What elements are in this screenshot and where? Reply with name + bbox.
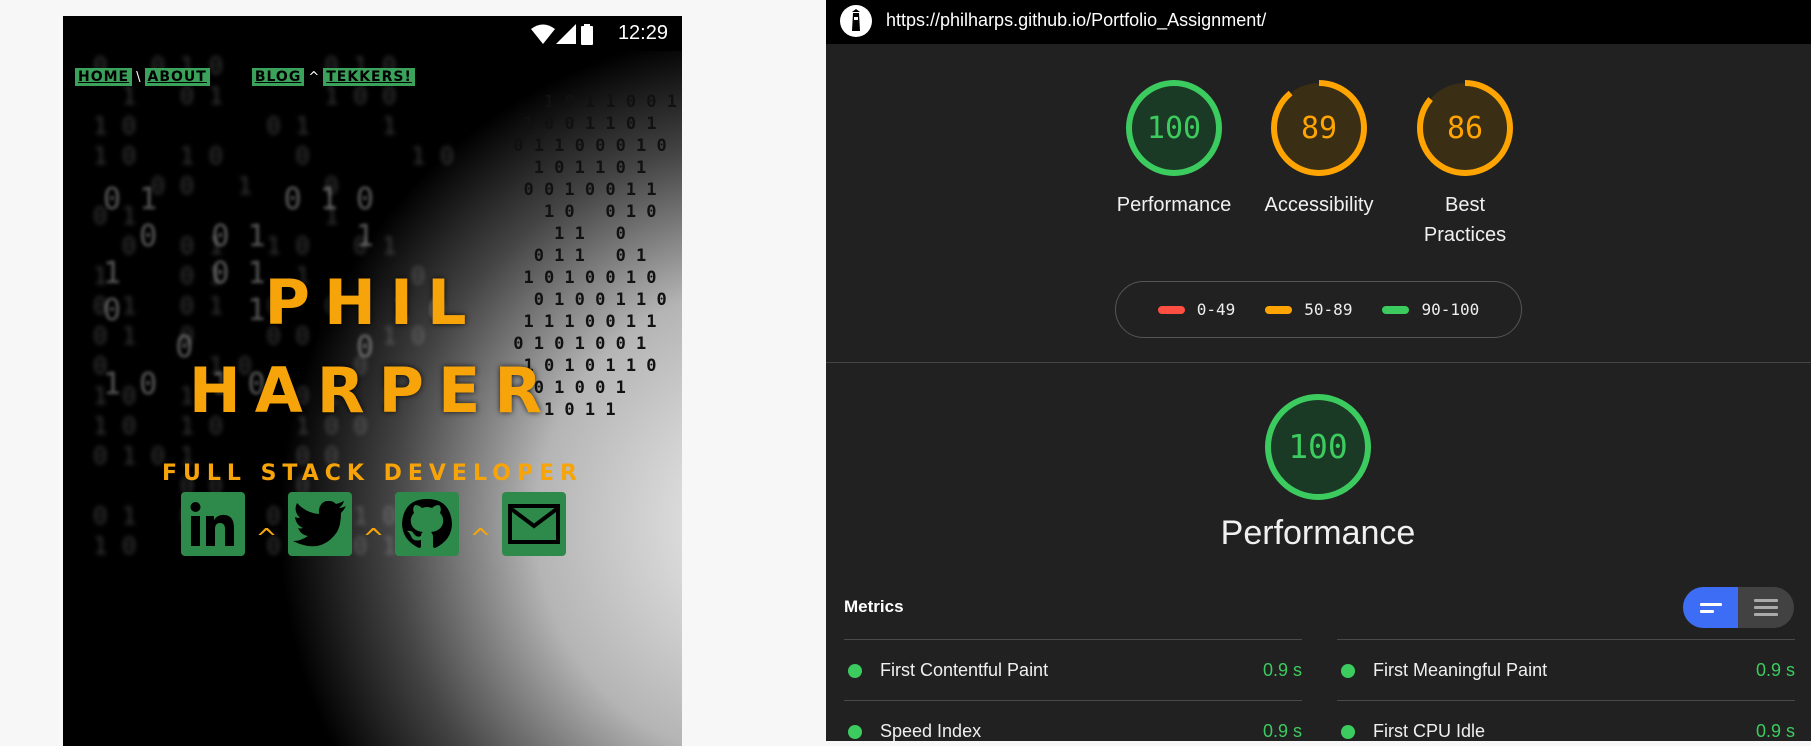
social-separator: ^ <box>469 524 492 554</box>
performance-main-gauge: 100 Performance <box>1213 392 1423 553</box>
social-links: ^ ^ ^ <box>181 492 566 556</box>
legend-swatch <box>1265 305 1293 314</box>
performance-main-label: Performance <box>1220 514 1416 552</box>
social-separator: ^ <box>362 524 385 554</box>
metric-value: 0.9 s <box>1755 721 1795 741</box>
hero-subtitle: FULL STACK DEVELOPER <box>162 461 583 486</box>
metric-name: Speed Index <box>880 721 982 741</box>
metric-name: First CPU Idle <box>1373 721 1486 741</box>
twitter-icon <box>293 501 346 547</box>
lighthouse-icon <box>840 5 872 37</box>
metrics-view-toggle[interactable] <box>1683 587 1794 628</box>
metrics-column-left: First Contentful Paint 0.9 s Speed Index… <box>844 639 1302 741</box>
metric-row: Speed Index 0.9 s <box>844 700 1302 741</box>
nav-blog-link[interactable]: BLOG <box>251 68 305 86</box>
github-icon <box>402 499 452 548</box>
best-practices-label: Best Practices <box>1423 194 1507 246</box>
performance-label: Performance <box>1116 194 1232 216</box>
pass-indicator-icon <box>1341 725 1355 739</box>
pass-indicator-icon <box>848 664 862 678</box>
metric-value: 0.9 s <box>1262 721 1302 741</box>
hero-title-last: HARPER <box>188 354 557 427</box>
github-link[interactable] <box>395 492 459 556</box>
signal-icon <box>556 24 576 44</box>
email-icon <box>508 504 560 544</box>
metrics-heading: Metrics <box>844 597 904 616</box>
phone-screen: 12:29 0 0 1 0 0 1 0 1 0 1 1 0 0 1 0 0 1 … <box>63 16 682 746</box>
expanded-view-icon <box>1753 599 1778 602</box>
status-time: 12:29 <box>617 22 668 44</box>
hero-section: 0 0 1 0 0 1 0 1 0 1 1 0 0 1 0 0 1 1 1 0 … <box>63 51 682 746</box>
legend-item-fail: 0-49 <box>1157 300 1235 319</box>
expanded-view-button[interactable] <box>1738 587 1793 628</box>
accessibility-gauge[interactable]: 89 Accessibility <box>1249 78 1389 220</box>
legend-item-pass: 90-100 <box>1382 300 1479 319</box>
metric-name: First Meaningful Paint <box>1373 660 1548 680</box>
status-bar: 12:29 <box>63 16 682 51</box>
metric-row: First Meaningful Paint 0.9 s <box>1337 639 1795 700</box>
metric-name: First Contentful Paint <box>880 660 1049 680</box>
nav-about-link[interactable]: ABOUT <box>144 68 210 86</box>
top-nav: HOME \ ABOUT BLOG ^ TEKKERS! <box>75 67 415 87</box>
metric-value: 0.9 s <box>1755 660 1795 680</box>
legend-swatch <box>1382 305 1410 314</box>
pass-indicator-icon <box>1341 664 1355 678</box>
compact-view-icon <box>1699 602 1722 606</box>
wifi-icon <box>531 24 555 44</box>
performance-gauge[interactable]: 100 Performance <box>1104 78 1244 220</box>
linkedin-icon <box>190 502 234 546</box>
nav-home-link[interactable]: HOME <box>75 68 133 86</box>
linkedin-link[interactable] <box>181 492 245 556</box>
accessibility-score: 89 <box>1301 111 1337 146</box>
social-separator: ^ <box>255 524 278 554</box>
email-link[interactable] <box>502 492 566 556</box>
legend-swatch <box>1157 305 1185 314</box>
performance-score: 100 <box>1147 111 1201 146</box>
report-url-bar: https://philharps.github.io/Portfolio_As… <box>826 0 1811 44</box>
metric-value: 0.9 s <box>1262 660 1302 680</box>
metrics-column-right: First Meaningful Paint 0.9 s First CPU I… <box>1337 639 1795 741</box>
metric-row: First CPU Idle 0.9 s <box>1337 700 1795 741</box>
nav-separator: \ <box>136 69 141 85</box>
best-practices-score: 86 <box>1447 111 1483 146</box>
accessibility-label: Accessibility <box>1264 194 1374 216</box>
performance-main-score: 100 <box>1288 427 1348 466</box>
nav-separator: ^ <box>308 69 320 85</box>
compact-view-button[interactable] <box>1683 587 1738 628</box>
score-legend: 0-49 50-89 90-100 <box>1115 281 1522 338</box>
metric-row: First Contentful Paint 0.9 s <box>844 639 1302 700</box>
lighthouse-report: https://philharps.github.io/Portfolio_As… <box>826 0 1811 741</box>
battery-icon <box>581 24 593 45</box>
legend-item-average: 50-89 <box>1265 300 1352 319</box>
section-divider <box>826 362 1811 363</box>
best-practices-gauge[interactable]: 86 Best Practices <box>1395 78 1535 250</box>
pass-indicator-icon <box>848 725 862 739</box>
nav-tekkers-link[interactable]: TEKKERS! <box>323 68 415 86</box>
twitter-link[interactable] <box>288 492 352 556</box>
hero-title-first: PHIL <box>264 266 481 339</box>
report-url[interactable]: https://philharps.github.io/Portfolio_As… <box>886 10 1266 31</box>
